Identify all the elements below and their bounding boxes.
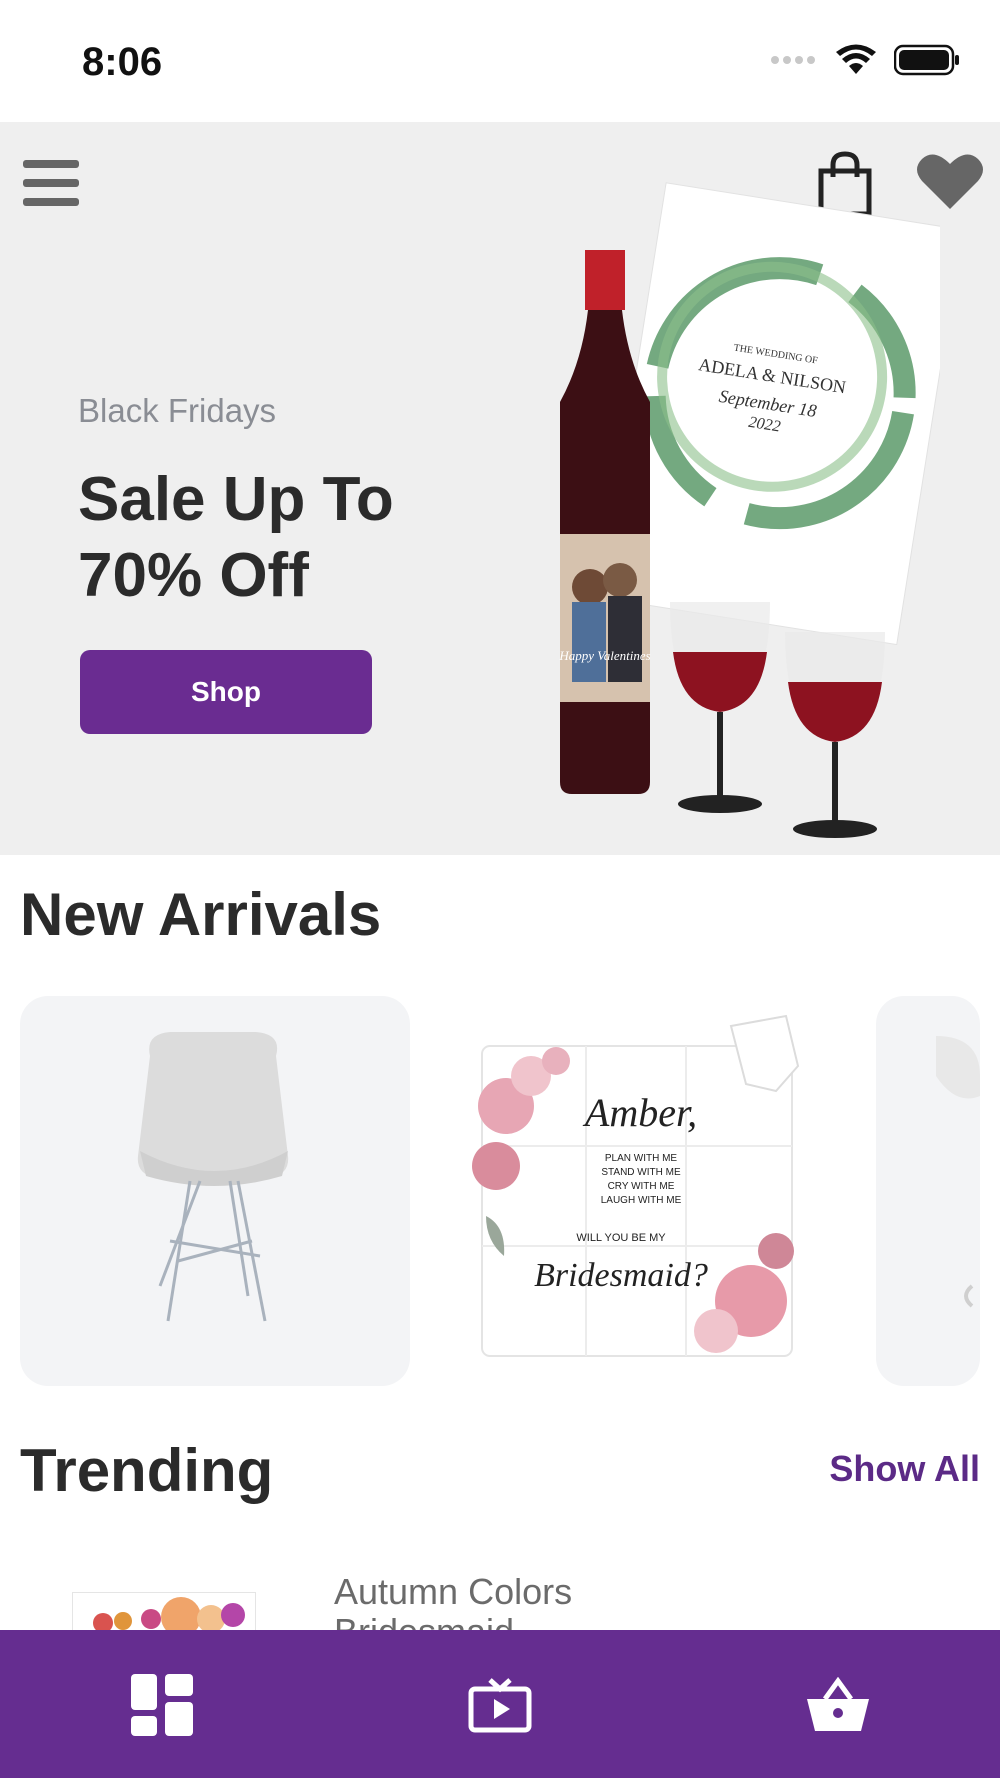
puzzle-line4-text: LAUGH WITH ME bbox=[601, 1195, 682, 1206]
nav-video-button[interactable] bbox=[450, 1660, 550, 1750]
product-card[interactable] bbox=[876, 996, 980, 1386]
hero-banner: Black Fridays Sale Up To 70% Off Shop TH… bbox=[0, 122, 1000, 855]
status-bar: 8:06 bbox=[0, 0, 1000, 122]
battery-icon bbox=[893, 44, 960, 81]
puzzle-line2-text: STAND WITH ME bbox=[601, 1167, 681, 1178]
product-card[interactable] bbox=[20, 996, 410, 1386]
show-all-link[interactable]: Show All bbox=[829, 1448, 980, 1490]
basket-icon bbox=[807, 1677, 869, 1731]
hero-product-image: THE WEDDING OF ADELA & NILSON September … bbox=[558, 182, 940, 838]
trending-item-name: Autumn Colors Bridesmaid bbox=[334, 1571, 573, 1631]
puzzle-role-text: Bridesmaid? bbox=[534, 1257, 708, 1294]
signal-icon bbox=[770, 53, 818, 72]
product-image-chair bbox=[137, 1032, 289, 1322]
status-icons bbox=[770, 44, 960, 81]
video-play-icon bbox=[468, 1678, 532, 1733]
hero-subtitle: Black Fridays bbox=[78, 392, 277, 429]
hamburger-menu-icon bbox=[23, 160, 79, 206]
bottom-navigation bbox=[0, 1630, 1000, 1778]
puzzle-question-text: WILL YOU BE MY bbox=[576, 1232, 666, 1244]
puzzle-name-text: Amber, bbox=[582, 1090, 697, 1135]
puzzle-line1-text: PLAN WITH ME bbox=[605, 1153, 678, 1164]
nav-dashboard-button[interactable] bbox=[112, 1660, 212, 1750]
nav-basket-button[interactable] bbox=[788, 1660, 888, 1750]
hero-title: Sale Up To 70% Off bbox=[78, 465, 394, 610]
menu-button[interactable] bbox=[18, 150, 84, 216]
bottle-label-text: Happy Valentines bbox=[558, 648, 650, 663]
wifi-icon bbox=[836, 44, 876, 81]
new-arrivals-title: New Arrivals bbox=[20, 881, 382, 948]
status-time: 8:06 bbox=[82, 40, 163, 84]
product-card[interactable]: Amber, PLAN WITH ME STAND WITH ME CRY WI… bbox=[446, 996, 836, 1386]
trending-item-thumbnail bbox=[72, 1592, 256, 1630]
shop-button[interactable]: Shop bbox=[80, 650, 372, 734]
puzzle-line3-text: CRY WITH ME bbox=[608, 1181, 675, 1192]
product-image-bridesmaid-puzzle: Amber, PLAN WITH ME STAND WITH ME CRY WI… bbox=[472, 1014, 800, 1357]
trending-title: Trending bbox=[20, 1437, 274, 1504]
list-item[interactable]: Autumn Colors Bridesmaid bbox=[0, 1560, 1000, 1630]
product-image-partial bbox=[936, 1036, 980, 1308]
dashboard-icon bbox=[131, 1674, 193, 1736]
